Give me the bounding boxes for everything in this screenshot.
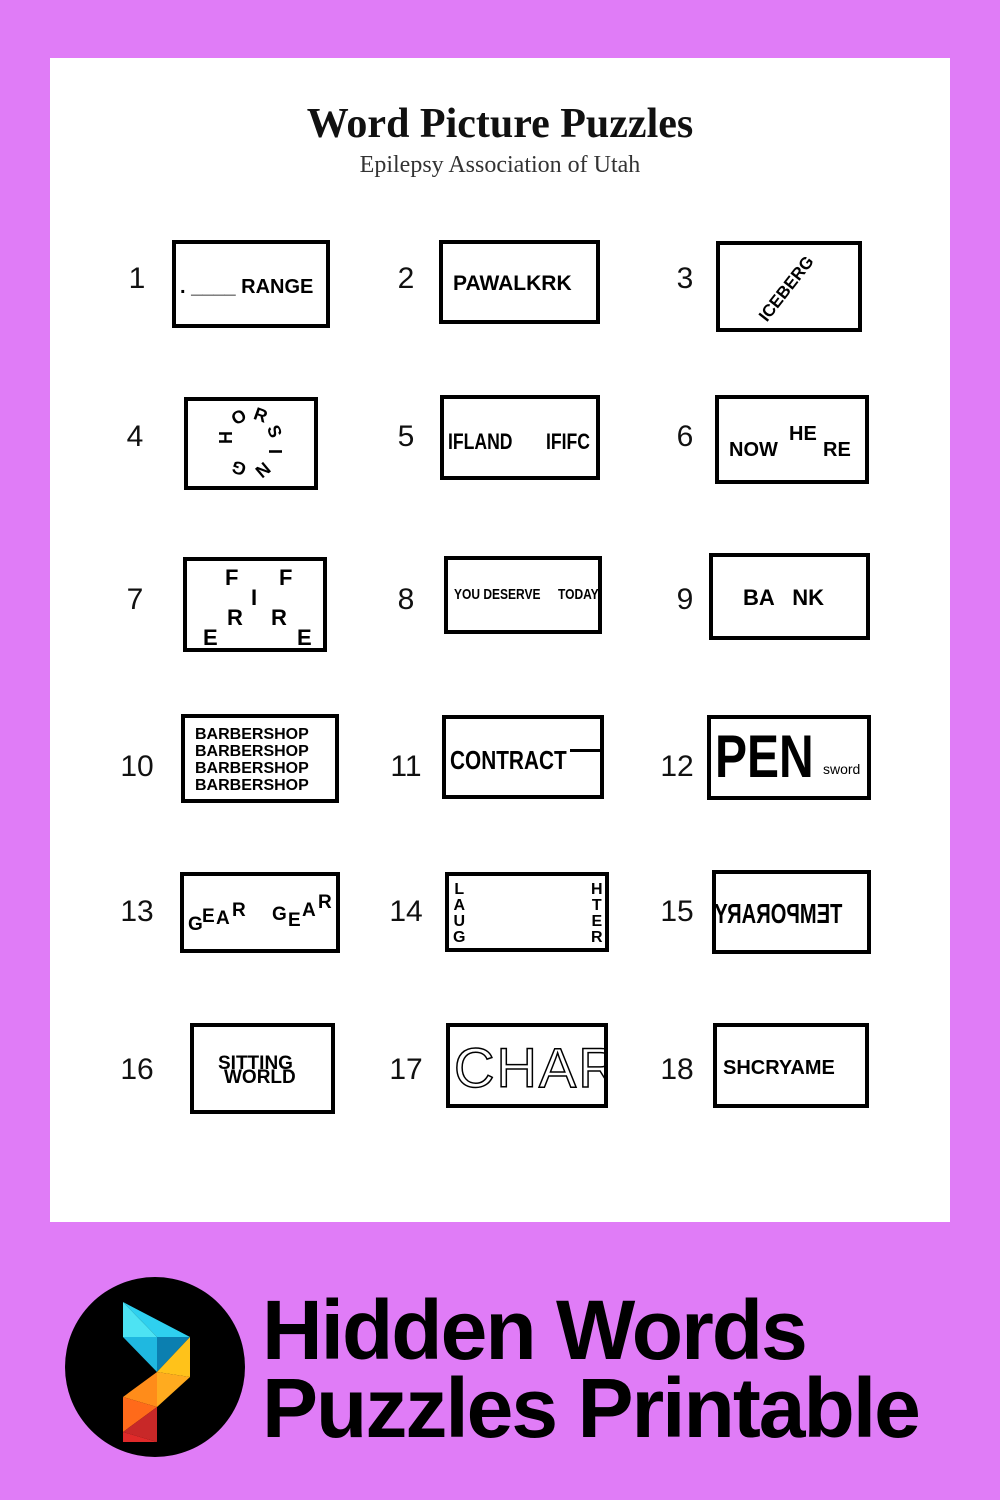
- puzzle-letter: R: [271, 605, 287, 630]
- puzzle-text: RE: [823, 439, 851, 461]
- puzzle-text-mirrored: TEMPORARY: [714, 898, 843, 929]
- puzzle-box-18: SHCRYAME: [713, 1023, 869, 1108]
- puzzle-letter: A: [216, 908, 230, 929]
- puzzle-number: 17: [389, 1053, 423, 1086]
- puzzle-number: 1: [128, 262, 146, 295]
- puzzle-column-right: H T E R: [591, 882, 603, 946]
- puzzle-number: 2: [397, 262, 415, 295]
- puzzle-number: 9: [676, 583, 694, 616]
- puzzle-box-14: L A U G H T E R: [445, 872, 609, 952]
- puzzle-text-raised: HE: [789, 423, 817, 445]
- puzzle-box-1: . ____ RANGE: [172, 240, 330, 328]
- page-subtitle: Epilepsy Association of Utah: [359, 152, 641, 178]
- puzzle-letter: R: [227, 605, 243, 630]
- puzzle-letter: A: [302, 900, 316, 921]
- puzzle-letter: H: [216, 431, 236, 444]
- banner-line-1: Hidden Words: [262, 1283, 808, 1377]
- puzzle-column-left: L A U G: [453, 882, 465, 946]
- puzzle-letter: G: [188, 914, 203, 935]
- puzzle-number: 6: [676, 420, 694, 453]
- puzzle-box-11: CONTRACT: [442, 715, 604, 799]
- puzzle-letter: A: [453, 897, 465, 914]
- puzzle-text-right: TODAY: [558, 586, 599, 603]
- puzzle-box-3: ICEBERG: [716, 241, 862, 332]
- puzzle-box-10: BARBERSHOP BARBERSHOP BARBERSHOP BARBERS…: [181, 714, 339, 803]
- puzzle-number: 5: [397, 420, 415, 453]
- puzzle-box-16: SITTING WORLD: [190, 1023, 335, 1114]
- puzzle-letter: N: [251, 458, 275, 482]
- puzzle-box-17: CHART: [446, 1023, 608, 1108]
- puzzle-text-left: IFLAND: [448, 429, 513, 454]
- puzzle-text: BA NK: [743, 585, 825, 610]
- puzzle-letter: O: [227, 404, 250, 430]
- puzzle-letter: E: [591, 913, 603, 930]
- puzzle-text-right: IFIFC: [546, 429, 590, 454]
- puzzle-number: 14: [389, 895, 423, 928]
- puzzle-letter: E: [203, 625, 218, 650]
- puzzle-number: 7: [126, 583, 144, 616]
- puzzle-lines: BARBERSHOP BARBERSHOP BARBERSHOP BARBERS…: [195, 726, 309, 794]
- puzzle-text: NOW: [729, 439, 778, 461]
- puzzle-number: 16: [120, 1053, 154, 1086]
- puzzle-box-5: IFLAND IFIFC: [440, 395, 600, 480]
- puzzle-letter: R: [318, 892, 332, 913]
- puzzle-box-6: NOW HE RE: [715, 395, 869, 484]
- puzzle-letter: S: [263, 422, 286, 441]
- puzzle-letter: G: [272, 904, 287, 925]
- puzzle-text: . ____ RANGE: [180, 276, 314, 298]
- logo-mark-icon: [123, 1302, 190, 1442]
- puzzle-text: SHCRYAME: [723, 1057, 835, 1079]
- puzzle-letter: R: [232, 900, 246, 921]
- puzzle-number: 18: [660, 1053, 694, 1086]
- puzzle-text: CONTRACT: [450, 745, 567, 775]
- puzzle-letter: F: [225, 565, 239, 590]
- puzzle-number: 11: [390, 750, 422, 783]
- puzzle-letter: I: [251, 585, 258, 610]
- puzzle-letter: F: [279, 565, 293, 590]
- puzzle-text-big: PEN: [715, 723, 814, 790]
- puzzle-number: 4: [126, 420, 144, 453]
- puzzle-letter: R: [591, 929, 603, 946]
- puzzle-line: BARBERSHOP: [195, 760, 309, 777]
- banner-line-2: Puzzles Printable: [262, 1361, 921, 1455]
- puzzle-text-bottom: WORLD: [224, 1067, 296, 1088]
- puzzle-box-13: G E A R G E A R: [180, 872, 340, 953]
- puzzle-text: ICEBERG: [755, 252, 818, 326]
- puzzle-text-small: sword: [823, 761, 861, 777]
- puzzle-box-9: BA NK: [709, 553, 870, 640]
- puzzle-line: BARBERSHOP: [195, 726, 309, 743]
- puzzle-box-12: PEN sword: [707, 715, 871, 800]
- puzzle-box-8: YOU DESERVE TODAY: [444, 556, 602, 634]
- puzzle-number: 15: [660, 895, 694, 928]
- puzzle-number: 12: [660, 750, 694, 783]
- puzzle-letter: I: [265, 448, 286, 455]
- puzzle-letter: G: [228, 456, 249, 480]
- puzzle-line: BARBERSHOP: [195, 777, 309, 794]
- puzzle-letter: R: [251, 403, 271, 427]
- puzzle-letter: U: [453, 913, 465, 930]
- puzzle-letter: E: [202, 906, 215, 927]
- brand-logo: [65, 1277, 245, 1457]
- puzzle-letter: T: [591, 897, 602, 914]
- puzzle-text-dotted: CHART: [453, 1035, 604, 1100]
- page-title: Word Picture Puzzles: [306, 101, 694, 147]
- puzzle-letter: E: [297, 625, 312, 650]
- puzzle-box-4: H O R S I N G: [184, 397, 318, 490]
- puzzle-box-7: F F I R R E E: [183, 557, 327, 652]
- puzzle-line: BARBERSHOP: [195, 743, 309, 760]
- puzzle-text: PAWALKRK: [453, 272, 572, 295]
- puzzle-letter: H: [591, 881, 603, 898]
- puzzle-text-left: YOU DESERVE: [454, 586, 541, 603]
- puzzle-number: 8: [397, 583, 415, 616]
- puzzle-letter: G: [453, 929, 466, 946]
- puzzle-line-mark: [570, 749, 600, 752]
- puzzle-box-2: PAWALKRK: [439, 240, 600, 324]
- puzzle-letter: E: [288, 910, 301, 931]
- puzzle-number: 13: [120, 895, 154, 928]
- puzzle-box-15: TEMPORARY: [712, 870, 871, 954]
- puzzle-number: 3: [676, 262, 694, 295]
- puzzle-number: 10: [120, 750, 154, 783]
- puzzle-letter: L: [454, 881, 465, 898]
